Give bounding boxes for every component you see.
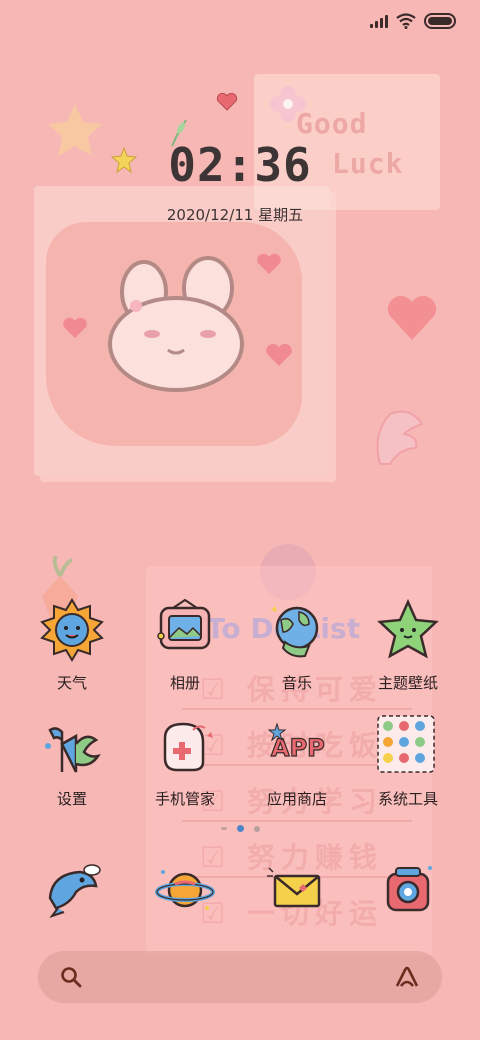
app-label: 系统工具 xyxy=(377,790,438,808)
clock-time[interactable]: 02:36 xyxy=(0,138,480,192)
envelope-icon xyxy=(265,858,329,922)
phone-manager-icon xyxy=(153,714,217,778)
wallpaper-bunny-icon xyxy=(108,256,244,392)
page-indicator[interactable] xyxy=(0,825,480,832)
wallpaper-wing-icon xyxy=(376,410,424,465)
status-bar xyxy=(370,10,456,32)
camera-icon xyxy=(376,858,440,922)
app-label: 相册 xyxy=(169,674,200,692)
wallpaper-heart-small-icon xyxy=(257,253,281,274)
wallpaper-big-heart-icon xyxy=(387,295,437,340)
wallpaper-heart-small-icon xyxy=(266,343,292,366)
battery-icon xyxy=(424,13,456,29)
dolphin-icon xyxy=(40,858,104,922)
sun-weather-icon xyxy=(40,598,104,662)
app-label: 天气 xyxy=(56,674,87,692)
app-gallery[interactable]: 相册 xyxy=(125,598,245,693)
page-dot[interactable] xyxy=(253,825,260,832)
app-music[interactable]: 音乐 xyxy=(237,598,357,693)
search-icon[interactable] xyxy=(60,966,82,988)
dock-app-phone[interactable] xyxy=(12,858,132,922)
app-themes[interactable]: 主题壁纸 xyxy=(348,598,468,693)
wallpaper-heart-small-icon xyxy=(63,317,87,338)
app-settings[interactable]: 设置 xyxy=(12,714,132,809)
app-weather[interactable]: 天气 xyxy=(12,598,132,693)
signal-icon xyxy=(370,14,388,28)
planet-icon xyxy=(153,858,217,922)
wifi-icon xyxy=(396,13,416,29)
todo-divider xyxy=(182,820,412,822)
dock-app-camera[interactable] xyxy=(348,858,468,922)
app-label: 音乐 xyxy=(281,674,312,692)
star-theme-icon xyxy=(376,598,440,662)
system-tools-folder-icon xyxy=(376,714,440,778)
wallpaper-flower-icon xyxy=(270,86,306,122)
page-dot-active[interactable] xyxy=(236,825,244,832)
voice-assistant-icon[interactable] xyxy=(394,965,420,989)
dock-app-browser[interactable] xyxy=(125,858,245,922)
settings-plant-icon xyxy=(40,714,104,778)
app-phone-manager[interactable]: 手机管家 xyxy=(125,714,245,809)
globe-music-icon xyxy=(265,598,329,662)
page-dot[interactable] xyxy=(220,827,227,830)
clock-date[interactable]: 2020/12/11 星期五 xyxy=(0,204,470,225)
todo-divider xyxy=(182,708,412,710)
app-label: 手机管家 xyxy=(154,790,215,808)
app-folder-system-tools[interactable]: 系统工具 xyxy=(348,714,468,809)
dock-app-messages[interactable] xyxy=(237,858,357,922)
app-store[interactable]: APP 应用商店 xyxy=(237,714,357,809)
app-label: 设置 xyxy=(56,790,87,808)
app-store-icon: APP xyxy=(265,714,329,778)
app-label: 应用商店 xyxy=(266,790,327,808)
search-bar[interactable] xyxy=(38,951,442,1003)
photo-frame-icon xyxy=(153,598,217,662)
app-label: 主题壁纸 xyxy=(377,674,438,692)
wallpaper-heart-icon xyxy=(216,92,238,111)
